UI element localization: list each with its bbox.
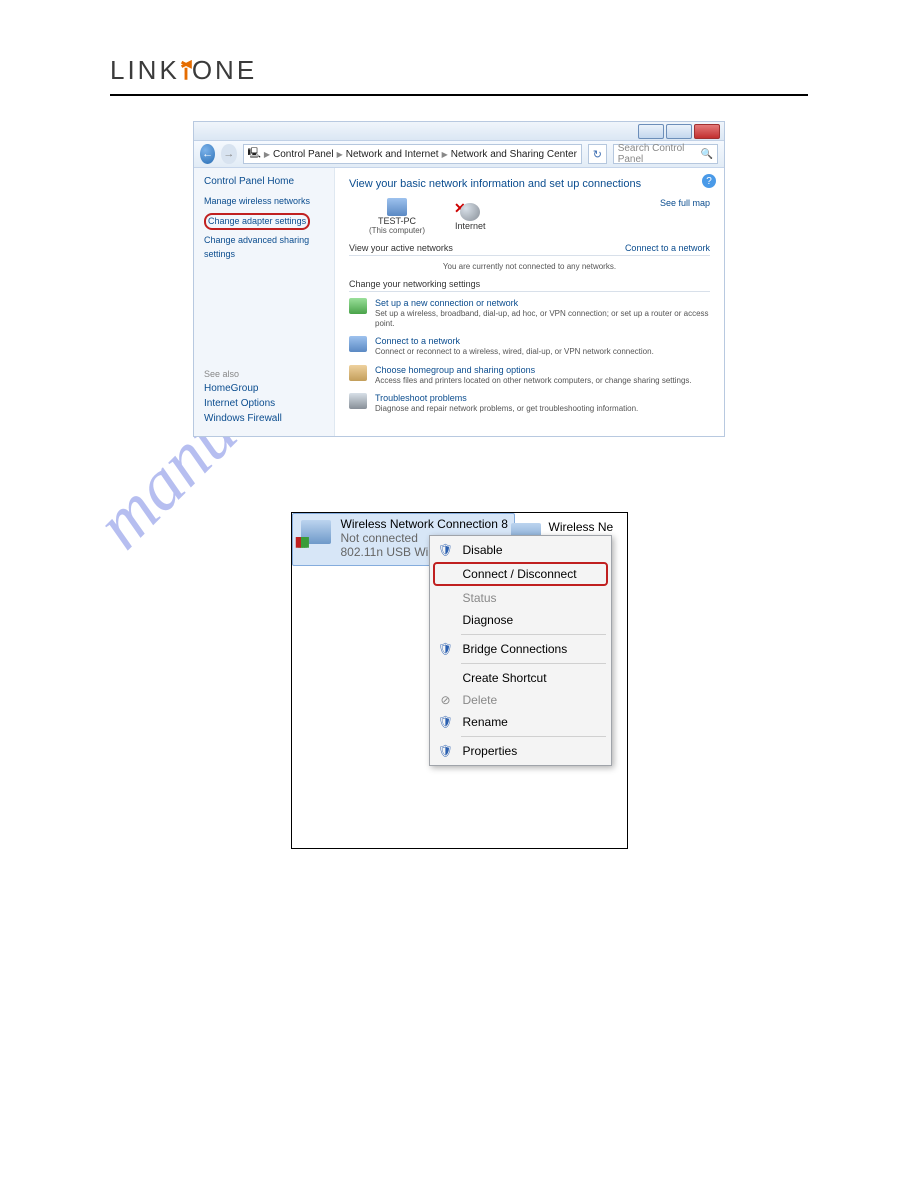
menu-item-label: Status [463,591,497,605]
signal-bars-icon: ▮ [295,533,303,550]
sidebar-link-advanced-sharing[interactable]: Change advanced sharing settings [204,234,324,261]
window-network-connections: ▮ Wireless Network Connection 8 Not conn… [291,512,628,849]
minimize-button[interactable] [638,124,664,139]
close-button[interactable] [694,124,720,139]
menu-item-connect-disconnect[interactable]: Connect / Disconnect [433,562,608,586]
menu-item-label: Delete [463,693,498,707]
window-title-bar [194,122,724,141]
menu-item-label: Create Shortcut [463,671,547,685]
help-button[interactable]: ? [702,174,716,188]
brand-left: LINK [110,55,180,86]
crumb-2[interactable]: Network and Internet [346,149,439,160]
shield-icon: 🛡 [437,714,455,730]
highlight-oval-icon: Change adapter settings [204,213,310,231]
internet-icon [460,203,480,221]
main-pane: ? View your basic network information an… [335,168,724,436]
node-pc-name: TEST-PC [378,216,416,226]
setting-connect-network[interactable]: Connect to a network Connect or reconnec… [349,336,710,357]
menu-item-properties[interactable]: 🛡 Properties [433,740,608,762]
menu-separator [461,736,606,737]
change-settings-label: Change your networking settings [349,279,710,292]
menu-item-delete: ⊘ Delete [433,689,608,711]
header-divider [110,94,808,96]
adapter-name-partial: Wireless Ne [549,521,614,535]
crumb-1[interactable]: Control Panel [273,149,334,160]
maximize-button[interactable] [666,124,692,139]
network-map: TEST-PC (This computer) ✕ Internet See f… [369,198,710,235]
back-button[interactable]: ← [200,144,215,164]
menu-separator [461,634,606,635]
main-title: View your basic network information and … [349,178,710,190]
homegroup-icon [349,365,367,381]
setting-homegroup[interactable]: Choose homegroup and sharing options Acc… [349,365,710,386]
menu-item-rename[interactable]: 🛡 Rename [433,711,608,733]
blank-icon [437,612,455,628]
delete-icon: ⊘ [437,692,455,708]
menu-item-label: Properties [463,744,518,758]
see-also-firewall[interactable]: Windows Firewall [204,413,324,424]
menu-item-label: Diagnose [463,613,514,627]
menu-item-bridge-connections[interactable]: 🛡 Bridge Connections [433,638,608,660]
see-full-map-link[interactable]: See full map [660,198,710,208]
brand-right: ONE [192,55,257,86]
window-network-sharing-center: ← → 🖳 ▶ Control Panel ▶ Network and Inte… [193,121,725,437]
connect-icon [349,336,367,352]
shield-icon: 🛡 [437,743,455,759]
connection-wizard-icon [349,298,367,314]
breadcrumb-icon: 🖳 [248,146,261,163]
node-internet: Internet [455,221,486,231]
brand-logo: LINK ONE [110,55,808,86]
sidebar: Control Panel Home Manage wireless netwo… [194,168,335,436]
sidebar-link-change-adapter[interactable]: Change adapter settings [204,213,324,231]
forward-button[interactable]: → [221,144,236,164]
crumb-3[interactable]: Network and Sharing Center [451,149,577,160]
computer-icon [387,198,407,216]
adapter-name: Wireless Network Connection 8 [341,518,508,532]
sidebar-title: Control Panel Home [204,176,324,187]
menu-item-diagnose[interactable]: Diagnose [433,609,608,631]
blank-icon [437,566,455,582]
menu-item-label: Bridge Connections [463,642,568,656]
menu-separator [461,663,606,664]
search-input[interactable]: Search Control Panel 🔍 [613,144,718,164]
shield-icon: 🛡 [437,542,455,558]
menu-item-create-shortcut[interactable]: Create Shortcut [433,667,608,689]
not-connected-text: You are currently not connected to any n… [349,262,710,271]
see-also-internet-options[interactable]: Internet Options [204,398,324,409]
setting-troubleshoot[interactable]: Troubleshoot problems Diagnose and repai… [349,393,710,414]
blank-icon [437,590,455,606]
nav-bar: ← → 🖳 ▶ Control Panel ▶ Network and Inte… [194,141,724,168]
blank-icon [437,670,455,686]
menu-item-label: Rename [463,715,508,729]
refresh-button[interactable]: ↻ [588,144,607,164]
search-placeholder: Search Control Panel [618,143,701,165]
see-also-homegroup[interactable]: HomeGroup [204,383,324,394]
connect-network-link[interactable]: Connect to a network [625,243,710,253]
adapter-icon: ▮ [299,518,333,548]
menu-item-disable[interactable]: 🛡 Disable [433,539,608,561]
troubleshoot-icon [349,393,367,409]
menu-item-label: Connect / Disconnect [463,567,577,581]
context-menu: 🛡 Disable Connect / Disconnect Status Diagno… [429,535,612,766]
menu-item-label: Disable [463,543,503,557]
setting-setup-connection[interactable]: Set up a new connection or network Set u… [349,298,710,328]
node-pc-sub: (This computer) [369,226,425,235]
search-icon: 🔍 [701,149,713,160]
breadcrumb[interactable]: 🖳 ▶ Control Panel ▶ Network and Internet… [243,144,582,164]
sidebar-link-manage-wireless[interactable]: Manage wireless networks [204,195,324,209]
menu-item-status: Status [433,587,608,609]
see-also-label: See also [204,369,324,379]
active-networks-label: View your active networks Connect to a n… [349,243,710,256]
shield-icon: 🛡 [437,641,455,657]
